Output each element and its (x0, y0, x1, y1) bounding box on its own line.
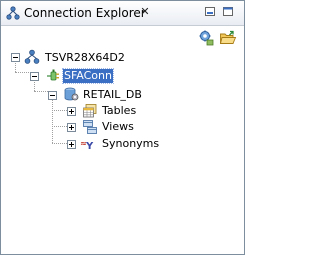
collapse-icon[interactable] (48, 90, 57, 100)
tree-connector (34, 91, 48, 92)
tree-node-label[interactable]: SFAConn (62, 68, 114, 84)
tree-connector (52, 143, 67, 144)
view-tab-bar: Connection Explorer ✕ (1, 1, 244, 26)
database-icon (63, 86, 79, 102)
expand-icon[interactable] (67, 106, 76, 116)
views-icon (82, 119, 98, 135)
tree-node-label[interactable]: Synonyms (102, 137, 159, 151)
connect-icon[interactable] (197, 29, 215, 47)
connection-tree: TSVR28X64D2 SFAConn RETAIL_DB Tables Vie… (1, 48, 244, 253)
tree-connector (52, 126, 67, 127)
connection-explorer-view: Connection Explorer ✕ TSVR28X64D2 SFACon… (0, 0, 245, 255)
minimize-icon[interactable] (204, 6, 216, 17)
tree-node-label[interactable]: Tables (102, 104, 136, 118)
close-view-button[interactable]: ✕ (139, 5, 151, 18)
connection-explorer-icon (6, 6, 20, 20)
svg-text:Y: Y (85, 141, 94, 152)
tree-node-label[interactable]: Views (102, 120, 134, 134)
collapse-icon[interactable] (30, 71, 39, 81)
synonyms-icon: ≈ Y (80, 136, 96, 152)
connection-plug-icon (46, 67, 62, 83)
tree-connector (15, 72, 29, 73)
tree-node-label[interactable]: RETAIL_DB (83, 88, 142, 102)
open-folder-icon[interactable] (219, 29, 237, 47)
tree-connector (52, 96, 53, 143)
server-network-icon (24, 49, 40, 65)
expand-icon[interactable] (67, 139, 76, 149)
collapse-icon[interactable] (11, 52, 20, 62)
tree-connector (52, 110, 67, 111)
view-title[interactable]: Connection Explorer (24, 6, 146, 20)
expand-icon[interactable] (67, 122, 76, 132)
tree-node-label[interactable]: TSVR28X64D2 (45, 51, 125, 65)
maximize-icon[interactable] (222, 6, 234, 17)
tables-icon (82, 103, 98, 119)
view-toolbar (1, 26, 244, 48)
